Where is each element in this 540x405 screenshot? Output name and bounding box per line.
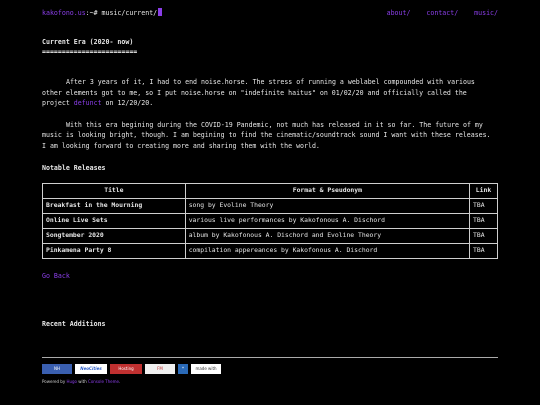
table-row: Breakfast in the Mourning song by Evolin… [42,197,498,214]
notable-releases-heading: Notable Releases [42,163,106,172]
release-title: Songtember 2020 [42,227,186,244]
defunct-link[interactable]: defunct [74,99,102,107]
cursor-icon [158,8,163,16]
col-link: Link [469,182,498,199]
powered-by: Powered by Hugo with Console Theme. [42,379,498,385]
title-underline: ======================== [42,48,138,57]
powered-prefix: Powered by [42,379,67,384]
release-format: album by Kakofonous A. Dischord and Evol… [184,227,471,244]
release-link: TBA [469,212,498,229]
main-content: Current Era (2020- now) ================… [42,37,498,329]
terminal-prompt: kakofono.us:~# music/current/ [42,8,163,18]
release-format: compilation appereances by Kakofonous A.… [184,242,471,259]
release-format: song by Evoline Theory [184,197,471,214]
recent-additions-heading: Recent Additions [42,320,106,329]
nav-contact[interactable]: contact/ [426,9,458,17]
table-row: Online Live Sets various live performanc… [42,212,498,229]
release-link: TBA [469,227,498,244]
go-back-label[interactable]: Go Back [42,272,70,280]
release-format: various live performances by Kakofonous … [184,212,471,229]
release-title: Online Live Sets [42,212,186,229]
release-title: Breakfast in the Mourning [42,197,186,214]
site-host-link[interactable]: kakofono.us [42,9,86,17]
intro-paragraph: After 3 years of it, I had to end noise.… [42,77,498,108]
badge-1[interactable]: NeoCities [75,364,107,374]
nav-about[interactable]: about/ [387,9,411,17]
release-title: Pinkamena Party 8 [42,242,186,259]
release-link: TBA [469,197,498,214]
top-nav: about/ contact/ music/ [375,8,498,18]
badge-5[interactable]: made with [191,364,221,374]
col-format: Format & Pseudonym [184,182,471,199]
nav-music[interactable]: music/ [474,9,498,17]
table-header-row: Title Format & Pseudonym Link [42,182,498,199]
para1-text-after: on 12/20/20. [101,98,154,107]
badge-3[interactable]: FM [145,364,175,374]
badge-0[interactable]: NH [42,364,72,374]
footer: NH NeoCities Hosting FM * made with Powe… [42,357,498,385]
powered-mid: with [77,379,89,384]
table-row: Pinkamena Party 8 compilation appereance… [42,242,498,259]
era-paragraph: With this era begining during the COVID-… [42,121,491,150]
current-path: :~# music/current/ [85,9,158,17]
hugo-link[interactable]: Hugo [66,379,77,384]
releases-table: Title Format & Pseudonym Link Breakfast … [42,182,498,259]
badge-2[interactable]: Hosting [110,364,142,374]
badge-row: NH NeoCities Hosting FM * made with [42,364,498,374]
col-title: Title [42,182,186,199]
theme-link[interactable]: Console Theme [88,379,119,384]
top-bar: kakofono.us:~# music/current/ about/ con… [42,8,498,20]
go-back-link[interactable]: Go Back [42,271,498,281]
badge-4[interactable]: * [178,364,188,374]
powered-suffix: . [118,379,121,384]
page-title: Current Era (2020- now) [42,38,134,46]
release-link: TBA [469,242,498,259]
table-row: Songtember 2020 album by Kakofonous A. D… [42,227,498,244]
